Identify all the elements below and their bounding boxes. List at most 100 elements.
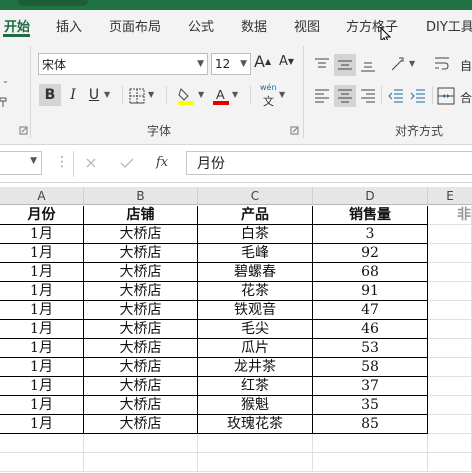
empty-cell[interactable] [84,453,198,472]
cell-month[interactable]: 1月 [0,415,84,434]
cell-sales[interactable]: 35 [313,396,428,415]
header-cell-store[interactable]: 店铺 [84,206,198,225]
cell-product[interactable]: 毛峰 [198,244,313,263]
increase-indent-icon[interactable] [410,89,426,103]
cell-month[interactable]: 1月 [0,320,84,339]
tab-data[interactable]: 数据 [241,16,267,35]
fill-color-options-icon[interactable]: ▼ [198,90,204,99]
cell-column-e[interactable] [428,301,472,320]
decrease-indent-icon[interactable] [388,89,404,103]
cell-product[interactable]: 毛尖 [198,320,313,339]
cell-store[interactable]: 大桥店 [84,282,198,301]
wrap-text-label[interactable]: 自 [460,57,472,74]
italic-button[interactable]: I [65,84,81,106]
empty-cell[interactable] [84,434,198,453]
format-painter-icon[interactable] [0,96,8,108]
tab-home[interactable]: 开始 [4,16,30,35]
header-cell-sales[interactable]: 销售量 [313,206,428,225]
cell-sales[interactable]: 68 [313,263,428,282]
cell-month[interactable]: 1月 [0,301,84,320]
cell-column-e[interactable] [428,244,472,263]
orientation-options-icon[interactable]: ▼ [409,59,415,68]
empty-cell[interactable] [0,453,84,472]
shrink-font-icon[interactable]: A ▼ [279,54,294,69]
phonetic-options-icon[interactable]: ▼ [279,90,285,99]
column-header-b[interactable]: B [84,187,198,205]
cell-column-e[interactable] [428,396,472,415]
clipboard-launcher-icon[interactable] [19,126,28,135]
column-header-a[interactable]: A [0,187,84,205]
align-top-icon[interactable] [314,58,330,72]
cell-sales[interactable]: 92 [313,244,428,263]
cell-product[interactable]: 瓜片 [198,339,313,358]
empty-cell[interactable] [198,453,313,472]
cell-store[interactable]: 大桥店 [84,396,198,415]
column-header-c[interactable]: C [198,187,313,205]
wrap-text-icon[interactable] [434,55,450,71]
cell-month[interactable]: 1月 [0,282,84,301]
insert-function-icon[interactable]: fx [156,155,168,170]
cell-product[interactable]: 玫瑰花茶 [198,415,313,434]
empty-cell[interactable] [313,434,428,453]
tab-page-layout[interactable]: 页面布局 [109,16,161,35]
align-left-icon[interactable] [314,89,330,103]
column-header-d[interactable]: D [313,187,428,205]
borders-options-icon[interactable]: ▼ [148,90,154,99]
tab-diy-tools[interactable]: DIY工具 [426,16,472,35]
font-launcher-icon[interactable] [290,126,299,135]
cell-month[interactable]: 1月 [0,339,84,358]
name-box[interactable]: ▼ [0,151,42,175]
cell-sales[interactable]: 53 [313,339,428,358]
tab-view[interactable]: 视图 [294,16,320,35]
empty-cell[interactable] [428,453,472,472]
cell-column-e[interactable] [428,320,472,339]
cancel-icon[interactable] [85,157,97,169]
cell-month[interactable]: 1月 [0,358,84,377]
cell-store[interactable]: 大桥店 [84,415,198,434]
bold-button[interactable]: B [39,84,61,106]
cell-store[interactable]: 大桥店 [84,263,198,282]
cell-month[interactable]: 1月 [0,244,84,263]
cell-column-e[interactable] [428,415,472,434]
font-color-icon[interactable]: A [212,86,230,106]
cell-month[interactable]: 1月 [0,225,84,244]
empty-cell[interactable] [313,453,428,472]
cell-month[interactable]: 1月 [0,263,84,282]
font-name-select[interactable]: 宋体 ▼ [38,53,208,75]
empty-cell[interactable] [198,434,313,453]
align-middle-button[interactable] [334,54,356,76]
cell-sales[interactable]: 3 [313,225,428,244]
cell-column-e[interactable] [428,377,472,396]
phonetic-guide-button[interactable]: 文 [263,93,274,109]
cell-product[interactable]: 碧螺春 [198,263,313,282]
underline-button[interactable]: U [86,84,102,106]
cell-column-e[interactable] [428,263,472,282]
cell-sales[interactable]: 58 [313,358,428,377]
align-bottom-icon[interactable] [360,58,376,72]
orientation-icon[interactable] [389,55,407,73]
merge-center-label[interactable]: 合 [460,89,472,106]
cell-product[interactable]: 铁观音 [198,301,313,320]
enter-check-icon[interactable] [120,157,134,169]
cell-product[interactable]: 猴魁 [198,396,313,415]
font-color-options-icon[interactable]: ▼ [232,90,238,99]
cell-sales[interactable]: 85 [313,415,428,434]
underline-options-icon[interactable]: ▼ [104,90,110,99]
cell-store[interactable]: 大桥店 [84,301,198,320]
cell-product[interactable]: 花茶 [198,282,313,301]
cell-sales[interactable]: 46 [313,320,428,339]
cell-column-e[interactable] [428,282,472,301]
align-right-icon[interactable] [360,89,376,103]
cell-sales[interactable]: 47 [313,301,428,320]
empty-cell[interactable] [0,434,84,453]
cell-store[interactable]: 大桥店 [84,225,198,244]
cell-sales[interactable]: 37 [313,377,428,396]
header-cell-product[interactable]: 产品 [198,206,313,225]
cell-store[interactable]: 大桥店 [84,320,198,339]
cell-month[interactable]: 1月 [0,396,84,415]
name-box-dropdown-icon[interactable]: ▼ [30,156,37,166]
borders-icon[interactable] [129,88,145,104]
formula-bar-drag-icon[interactable]: ⋮ [55,154,69,170]
cell-column-e[interactable] [428,339,472,358]
cell-column-e[interactable]: 非 [428,206,472,225]
